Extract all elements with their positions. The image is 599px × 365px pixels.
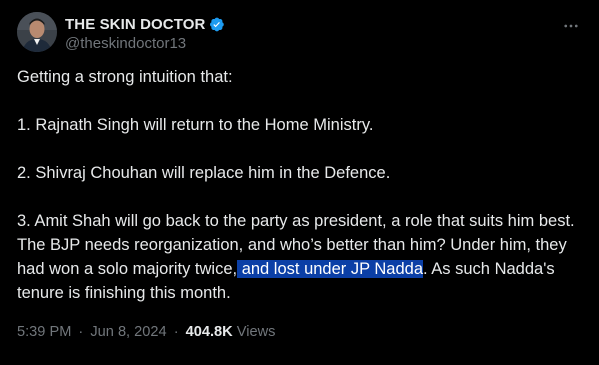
author-display-name[interactable]: THE SKIN DOCTOR [65,16,205,33]
tweet-point-2: 2. Shivraj Chouhan will replace him in t… [17,164,391,182]
tweet-intro: Getting a strong intuition that: [17,68,233,86]
tweet-header: THE SKIN DOCTOR @theskindoctor13 [17,12,585,56]
tweet-time[interactable]: 5:39 PM [17,324,71,340]
author-handle[interactable]: @theskindoctor13 [65,34,225,54]
tweet-meta: 5:39 PM · Jun 8, 2024 · 404.8K Views [17,322,275,342]
views-count[interactable]: 404.8K [186,324,233,340]
avatar[interactable] [17,12,57,52]
meta-separator: · [78,324,84,340]
tweet-point-1: 1. Rajnath Singh will return to the Home… [17,116,374,134]
tweet-date[interactable]: Jun 8, 2024 [90,324,166,340]
tweet-text: Getting a strong intuition that: 1. Rajn… [17,65,582,305]
tweet-point-3: 3. Amit Shah will go back to the party a… [17,209,582,305]
meta-separator: · [173,324,179,340]
more-horizontal-icon [564,24,578,28]
views-label: Views [236,324,276,340]
selected-text-highlight: and lost under JP Nadda [237,260,424,278]
avatar-photo [17,12,57,52]
verified-badge-icon[interactable] [208,16,225,33]
more-options-button[interactable] [561,16,581,36]
